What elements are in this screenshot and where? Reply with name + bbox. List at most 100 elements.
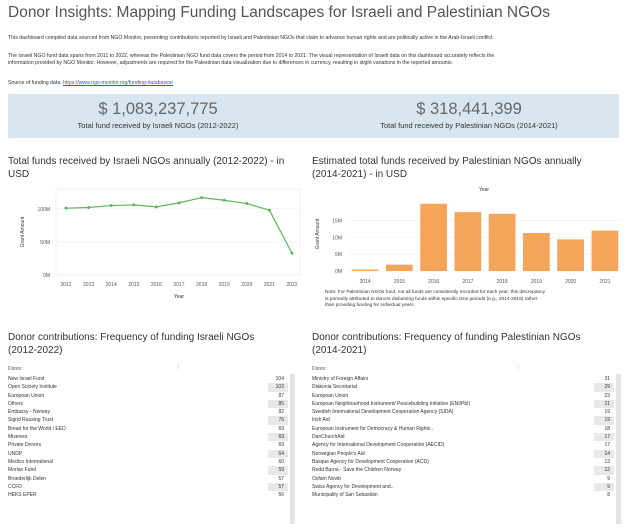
- palestinian-donor-table-title-line2: (2014-2021): [312, 345, 367, 356]
- table-row[interactable]: HEKS EPER 56: [8, 491, 288, 499]
- table-row[interactable]: DanChurchAid 17: [312, 433, 614, 442]
- data-point[interactable]: [290, 251, 294, 255]
- bar[interactable]: [523, 232, 550, 271]
- bar[interactable]: [351, 269, 379, 271]
- donor-name: Sigrid Rausing Trust: [8, 417, 54, 424]
- kpi-palestinian-value: $ 318,441,399: [416, 100, 522, 118]
- donor-name: UNDP: [8, 450, 23, 457]
- y-tick-label: 100M: [37, 207, 50, 213]
- donor-name: Morlan Fund: [8, 467, 37, 474]
- israeli-table-rows: New Israel Fund 104 Open Society Institute…: [8, 375, 288, 499]
- israeli-line-chart[interactable]: 0M 50M 100M Grant Amount 2012 2013 2014 2015 201…: [8, 183, 308, 303]
- x-tick-label: 2016: [151, 282, 162, 288]
- donor-name: Swiss Agency for Development and..: [312, 483, 394, 490]
- data-point[interactable]: [132, 203, 136, 207]
- data-point[interactable]: [200, 196, 204, 200]
- x-tick-label: 2018: [497, 279, 508, 285]
- table-row[interactable]: Oxfam Novib 9: [312, 475, 614, 483]
- donor-count: 102: [268, 383, 288, 392]
- table-row[interactable]: New Israel Fund 104: [8, 375, 288, 383]
- description-coverage-line1: The Israeli NGO fund data spans from 201…: [8, 53, 495, 59]
- table-row[interactable]: Bread for the World / EED 69: [8, 425, 288, 433]
- table-row[interactable]: Diakonia Secretariat 29: [312, 383, 614, 392]
- bar[interactable]: [386, 264, 413, 271]
- table-row[interactable]: Open Society Institute 102: [8, 383, 288, 392]
- donor-name: European Neighbourhood Instrument/ Peace…: [312, 400, 471, 407]
- source-link[interactable]: https://www.ngo-monitor.org/funding-data…: [63, 80, 173, 86]
- bar[interactable]: [488, 213, 516, 271]
- table-row[interactable]: Medico International 60: [8, 458, 288, 466]
- palestinian-col-donor-header[interactable]: Donor: [312, 366, 326, 372]
- palestinian-table-header: Donor ⋮: [312, 364, 614, 375]
- data-point[interactable]: [222, 198, 226, 202]
- donor-count: 69: [278, 442, 284, 449]
- table-row[interactable]: Swedish International Development Cooper…: [312, 408, 614, 416]
- donor-name: CCFD: [8, 483, 22, 490]
- donor-count: 19: [604, 409, 610, 416]
- x-tick-label: 2020: [565, 279, 576, 285]
- bar[interactable]: [591, 230, 619, 271]
- table-row[interactable]: European Instrument for Democracy & Huma…: [312, 425, 614, 433]
- table-row[interactable]: Broederlijk Delen 57: [8, 475, 288, 483]
- data-point[interactable]: [154, 205, 158, 209]
- table-row[interactable]: Agency for International Development Coo…: [312, 441, 614, 449]
- palestinian-donor-table: Donor ⋮ Ministry of Foreign Affairs 31 Dia…: [312, 364, 614, 499]
- palestinian-table-scrollbar[interactable]: [616, 374, 621, 524]
- data-point[interactable]: [87, 206, 91, 210]
- table-row[interactable]: Redd Barna - Save the Children Norway 12: [312, 466, 614, 475]
- table-row[interactable]: Basque Agency for Development Cooperatio…: [312, 458, 614, 466]
- x-tick-label: 2014: [360, 279, 371, 285]
- table-row[interactable]: Municipality of San Sebastián 8: [312, 491, 614, 499]
- israeli-line-chart-title: Total funds received by Israeli NGOs ann…: [8, 155, 284, 181]
- data-point[interactable]: [267, 208, 271, 212]
- data-point[interactable]: [109, 204, 113, 208]
- x-tick-label: 2022: [286, 282, 297, 288]
- bar[interactable]: [557, 239, 584, 271]
- table-row[interactable]: Misereor 69: [8, 433, 288, 442]
- israeli-table-scrollbar[interactable]: [290, 374, 295, 524]
- table-row[interactable]: Swiss Agency for Development and.. 9: [312, 482, 614, 492]
- table-row[interactable]: CCFD 57: [8, 482, 288, 492]
- dashboard-title: Donor Insights: Mapping Funding Landscap…: [8, 4, 550, 21]
- table-row[interactable]: European Neighbourhood Instrument/ Peace…: [312, 399, 614, 409]
- table-row[interactable]: Private Donors 69: [8, 441, 288, 449]
- description-coverage-line2: information provided by NGO Monitor. How…: [8, 60, 454, 66]
- data-point[interactable]: [177, 201, 181, 205]
- table-row[interactable]: Others 85: [8, 399, 288, 409]
- y-tick-label: 5M: [335, 252, 342, 258]
- table-row[interactable]: European Union 23: [312, 392, 614, 400]
- data-point[interactable]: [245, 202, 249, 206]
- y-tick-label: 10M: [332, 235, 342, 241]
- table-row[interactable]: European Union 87: [8, 392, 288, 400]
- israeli-donor-table-title-line1: Donor contributions: Frequency of fundin…: [8, 332, 255, 343]
- bar[interactable]: [420, 203, 447, 271]
- table-row[interactable]: Norwegian People's Aid 14: [312, 449, 614, 458]
- donor-name: New Israel Fund: [8, 376, 45, 382]
- donor-count: 17: [604, 442, 610, 449]
- palestinian-donor-table-title: Donor contributions: Frequency of fundin…: [312, 331, 580, 357]
- sort-icon[interactable]: ⋮: [176, 364, 181, 370]
- x-tick-label: 2020: [241, 282, 252, 288]
- sort-icon[interactable]: ⋮: [516, 364, 521, 370]
- table-row[interactable]: Ministry of Foreign Affairs 31: [312, 375, 614, 383]
- kpi-israeli-value: $ 1,083,237,775: [98, 100, 218, 118]
- x-tick-label: 2017: [462, 279, 473, 285]
- kpi-israeli: $ 1,083,237,775 Total fund received by I…: [8, 94, 308, 130]
- israeli-col-donor-header[interactable]: Donor: [8, 366, 22, 372]
- donor-count: 17: [594, 433, 614, 442]
- palestinian-bar-chart[interactable]: Year 0M 5M 10M 15M Grant Amount 2014 2015 2016 20…: [312, 183, 625, 290]
- donor-count: 76: [268, 416, 288, 425]
- donor-name: Embassy - Norway: [8, 409, 50, 416]
- table-row[interactable]: Morlan Fund 59: [8, 466, 288, 475]
- israeli-donor-table-title-line2: (2012-2022): [8, 345, 63, 356]
- table-row[interactable]: UNDP 64: [8, 449, 288, 458]
- table-row[interactable]: Embassy - Norway 82: [8, 408, 288, 416]
- y-axis-label: Grant Amount: [315, 218, 321, 249]
- x-tick-label: 2021: [264, 282, 275, 288]
- table-row[interactable]: Sigrid Rausing Trust 76: [8, 416, 288, 425]
- donor-name: Basque Agency for Development Cooperatio…: [312, 458, 429, 465]
- bar[interactable]: [454, 212, 482, 271]
- data-point[interactable]: [64, 206, 68, 210]
- table-row[interactable]: Irish Aid 19: [312, 416, 614, 425]
- donor-count: 87: [278, 392, 284, 399]
